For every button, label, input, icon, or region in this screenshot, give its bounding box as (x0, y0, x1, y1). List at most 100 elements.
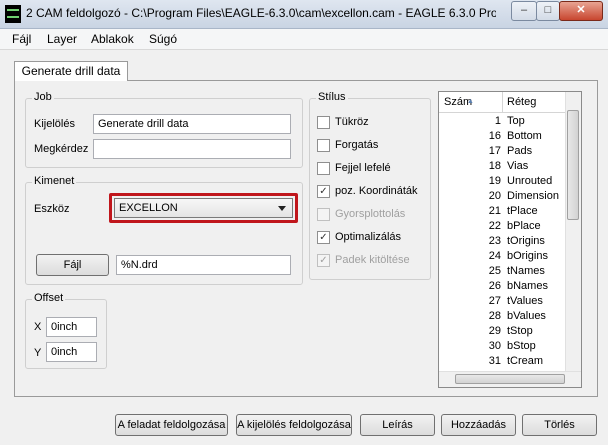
layer-name: tPlace (507, 205, 538, 217)
window-title: 2 CAM feldolgozó - C:\Program Files\EAGL… (26, 6, 496, 20)
checkbox-checked-icon[interactable]: ✓ (317, 185, 330, 198)
layer-row[interactable]: 25 tNames (439, 264, 567, 279)
layer-name: tCream (507, 355, 544, 367)
process-section-button[interactable]: A kijelölés feldolgozása (236, 414, 352, 436)
style-option-label: Gyorsplottolás (335, 208, 406, 220)
file-button[interactable]: Fájl (36, 254, 109, 276)
menu-layer[interactable]: Layer (47, 32, 77, 46)
column-name-label: Réteg (507, 96, 537, 108)
layer-number: 1 (494, 115, 501, 127)
layer-name: bPlace (507, 220, 541, 232)
offset-x-label: X (34, 321, 42, 333)
style-option-label: Padek kitöltése (335, 254, 410, 266)
prompt-label: Megkérdez (34, 143, 89, 155)
layer-row[interactable]: 21 tPlace (439, 204, 567, 219)
offset-x-input[interactable]: 0inch (46, 317, 97, 337)
vertical-scroll-thumb[interactable] (567, 110, 579, 220)
prompt-input[interactable] (93, 139, 291, 159)
layer-number: 25 (488, 265, 501, 277)
layer-name: tStop (507, 325, 533, 337)
delete-button[interactable]: Törlés (522, 414, 597, 436)
chevron-down-icon (278, 206, 286, 211)
layer-name: Pads (507, 145, 533, 157)
layer-list[interactable]: Szám ▲ Réteg 1 Top 16 Bottom 17 Pads 18 Vias 19 U… (438, 91, 582, 388)
style-option-label: Optimalizálás (335, 231, 402, 243)
section-input[interactable]: Generate drill data (93, 114, 291, 134)
style-option-label: poz. Koordináták (335, 185, 418, 197)
layer-row[interactable]: 31 tCream (439, 354, 567, 369)
layer-row[interactable]: 17 Pads (439, 144, 567, 159)
layer-number: 21 (488, 205, 501, 217)
layer-row[interactable]: 22 bPlace (439, 219, 567, 234)
checkbox-checked-icon: ✓ (317, 254, 330, 267)
menu-windows[interactable]: Ablakok (91, 32, 134, 46)
layer-number: 20 (488, 190, 501, 202)
checkbox-unchecked-icon (317, 208, 330, 221)
layer-row[interactable]: 16 Bottom (439, 129, 567, 144)
menu-bar: Fájl Layer Ablakok Súgó (0, 29, 608, 50)
device-label: Eszköz (34, 203, 70, 215)
job-group-title: Job (32, 91, 54, 103)
device-dropdown[interactable]: EXCELLON (114, 198, 293, 218)
vertical-scrollbar[interactable] (565, 92, 581, 372)
layer-list-header: Szám ▲ Réteg (439, 92, 567, 113)
layer-name: bStop (507, 340, 536, 352)
layer-number: 24 (488, 250, 501, 262)
horizontal-scrollbar[interactable] (439, 371, 581, 387)
checkbox-unchecked-icon[interactable] (317, 162, 330, 175)
layer-number: 31 (488, 355, 501, 367)
layer-number: 28 (488, 310, 501, 322)
style-option-label: Tükröz (335, 116, 369, 128)
section-label: Kijelölés (34, 118, 75, 130)
layer-row[interactable]: 30 bStop (439, 339, 567, 354)
offset-y-input[interactable]: 0inch (46, 342, 97, 362)
layer-number: 18 (488, 160, 501, 172)
layer-row[interactable]: 26 bNames (439, 279, 567, 294)
layer-row[interactable]: 27 tValues (439, 294, 567, 309)
checkbox-unchecked-icon[interactable] (317, 139, 330, 152)
layer-number: 17 (488, 145, 501, 157)
layer-name: Vias (507, 160, 529, 172)
layer-row[interactable]: 23 tOrigins (439, 234, 567, 249)
menu-help[interactable]: Súgó (149, 32, 177, 46)
close-button[interactable]: ✕ (559, 1, 603, 21)
checkbox-unchecked-icon[interactable] (317, 116, 330, 129)
layer-number: 16 (488, 130, 501, 142)
layer-name: tNames (507, 265, 545, 277)
layer-row[interactable]: 18 Vias (439, 159, 567, 174)
layer-number: 30 (488, 340, 501, 352)
layer-row[interactable]: 29 tStop (439, 324, 567, 339)
layer-row[interactable]: 24 bOrigins (439, 249, 567, 264)
horizontal-scroll-thumb[interactable] (455, 374, 565, 384)
layer-number: 27 (488, 295, 501, 307)
maximize-button[interactable]: □ (536, 1, 560, 21)
column-number-header[interactable]: Szám ▲ (439, 92, 503, 112)
style-option-label: Forgatás (335, 139, 379, 151)
layer-row[interactable]: 19 Unrouted (439, 174, 567, 189)
minimize-button[interactable]: – (511, 1, 537, 21)
layer-number: 26 (488, 280, 501, 292)
layer-row[interactable]: 28 bValues (439, 309, 567, 324)
layer-name: bNames (507, 280, 548, 292)
column-name-header[interactable]: Réteg (503, 92, 567, 112)
menu-file[interactable]: Fájl (12, 32, 31, 46)
add-button[interactable]: Hozzáadás (441, 414, 516, 436)
layer-name: bOrigins (507, 250, 548, 262)
layer-row[interactable]: 20 Dimension (439, 189, 567, 204)
title-bar: 2 CAM feldolgozó - C:\Program Files\EAGL… (0, 0, 608, 29)
file-input[interactable]: %N.drd (116, 255, 291, 275)
layer-name: tOrigins (507, 235, 545, 247)
process-job-button[interactable]: A feladat feldolgozása (115, 414, 228, 436)
output-group-title: Kimenet (32, 175, 77, 187)
layer-row[interactable]: 1 Top (439, 114, 567, 129)
checkbox-checked-icon[interactable]: ✓ (317, 231, 330, 244)
layer-name: Unrouted (507, 175, 553, 187)
tab-generate-drill-data[interactable]: Generate drill data (14, 61, 128, 81)
layer-name: tValues (507, 295, 543, 307)
layer-name: bValues (507, 310, 546, 322)
app-icon (5, 5, 21, 23)
offset-group-title: Offset (32, 292, 66, 304)
description-button[interactable]: Leírás (360, 414, 435, 436)
offset-y-label: Y (34, 347, 42, 359)
layer-name: Top (507, 115, 525, 127)
